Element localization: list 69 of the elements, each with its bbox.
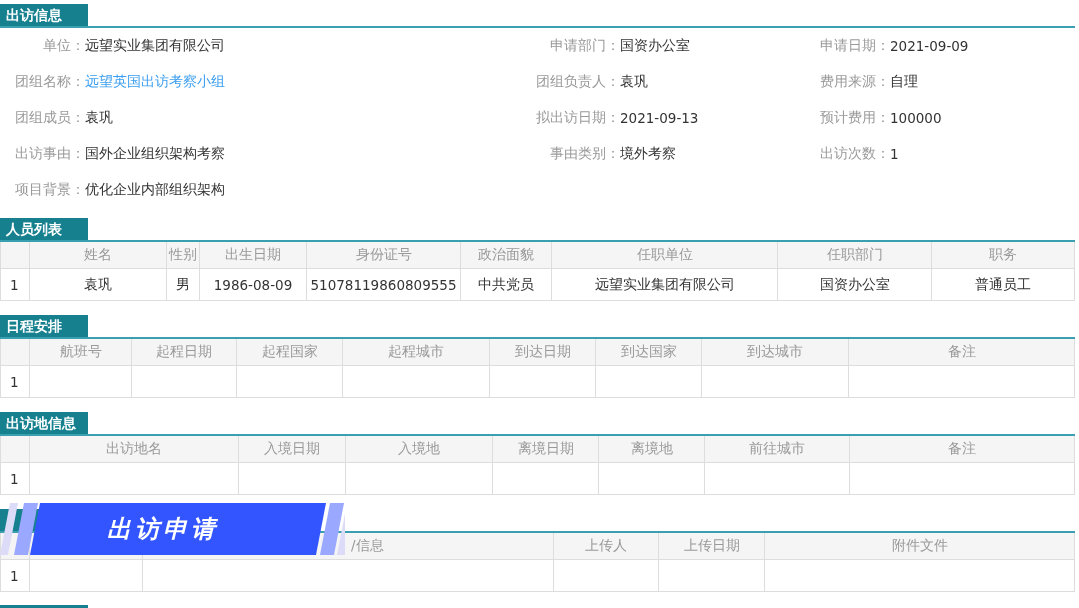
column-header: 性别 [167, 242, 200, 269]
column-header: 政治面貌 [461, 242, 552, 269]
field-label: 拟出访日期： [536, 109, 620, 127]
field-value: 自理 [890, 73, 918, 91]
row-number: 1 [1, 463, 30, 495]
field-label: 项目背景： [15, 181, 85, 199]
row-number: 1 [1, 269, 30, 301]
field-value: 100000 [890, 110, 942, 126]
row-number: 1 [1, 560, 30, 592]
column-header: 到达城市 [702, 339, 849, 366]
table-cell: 远望实业集团有限公司 [552, 269, 778, 301]
table-cell: 51078119860809555 [307, 269, 461, 301]
field-value: 境外考察 [620, 145, 676, 163]
column-header: 备注 [849, 339, 1075, 366]
table-cell: 中共党员 [461, 269, 552, 301]
column-header: 入境日期 [239, 436, 346, 463]
column-header: 上传日期 [659, 533, 765, 560]
field-value: 国外企业组织架构考察 [85, 145, 225, 163]
column-header: 前往城市 [705, 436, 850, 463]
column-header: 入境地 [346, 436, 493, 463]
section-title: 出访信息 [0, 4, 88, 26]
field-value: 1 [890, 146, 899, 162]
field-value: 远望实业集团有限公司 [85, 37, 225, 55]
column-header: 姓名 [30, 242, 167, 269]
field-value: 2021-09-09 [890, 38, 969, 54]
table-cell: 袁巩 [30, 269, 167, 301]
field-label: 出访次数： [820, 145, 890, 163]
column-header: 职务 [932, 242, 1075, 269]
table-cell: 男 [167, 269, 200, 301]
field-value: 国资办公室 [620, 37, 690, 55]
field-label: 事由类别： [550, 145, 620, 163]
column-header: 备注 [850, 436, 1075, 463]
column-header: 上传人 [554, 533, 659, 560]
field-label: 团组名称： [15, 73, 85, 91]
column-header: 附件文件 [765, 533, 1075, 560]
column-header: 出生日期 [200, 242, 307, 269]
column-header: 离境日期 [493, 436, 599, 463]
column-header: 出访地名 [30, 436, 239, 463]
column-header: 起程国家 [237, 339, 343, 366]
column-header: 起程日期 [132, 339, 237, 366]
section-title: 人员列表 [0, 218, 88, 240]
field-label: 团组成员： [15, 109, 85, 127]
field-value: 2021-09-13 [620, 110, 699, 126]
field-label: 预计费用： [820, 109, 890, 127]
field-value: 袁巩 [620, 73, 648, 91]
column-header: 离境地 [599, 436, 705, 463]
column-header: 到达日期 [490, 339, 596, 366]
table-cell: 国资办公室 [778, 269, 932, 301]
column-header: 到达国家 [596, 339, 702, 366]
column-header: 身份证号 [307, 242, 461, 269]
field-label: 申请日期： [820, 37, 890, 55]
field-label: 出访事由： [15, 145, 85, 163]
field-value: 优化企业内部组织架构 [85, 181, 225, 199]
column-header: 航班号 [30, 339, 132, 366]
field-label: 单位： [43, 37, 85, 55]
row-number: 1 [1, 366, 30, 398]
field-value: 袁巩 [85, 109, 113, 127]
section-title: 日程安排 [0, 315, 88, 337]
table-cell: 1986-08-09 [200, 269, 307, 301]
table-cell: 普通员工 [932, 269, 1075, 301]
title-banner: 出访申请 [0, 503, 345, 555]
column-header: 任职部门 [778, 242, 932, 269]
field-label: 团组负责人： [536, 73, 620, 91]
column-header: 起程城市 [343, 339, 490, 366]
field-link[interactable]: 远望英国出访考察小组 [85, 73, 225, 91]
column-header: 任职单位 [552, 242, 778, 269]
section-title: 出访地信息 [0, 412, 88, 434]
field-label: 申请部门： [550, 37, 620, 55]
field-label: 费用来源： [820, 73, 890, 91]
